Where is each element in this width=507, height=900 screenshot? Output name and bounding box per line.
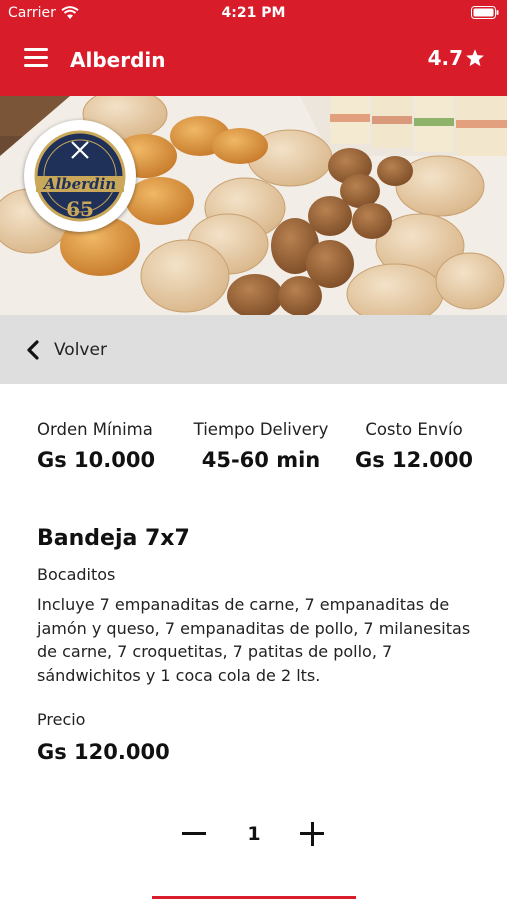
plus-icon[interactable] <box>298 818 328 848</box>
back-label: Volver <box>54 339 107 360</box>
add-to-cart-indicator[interactable] <box>152 896 356 899</box>
battery-icon <box>471 6 499 23</box>
quantity-value: 1 <box>247 823 261 845</box>
restaurant-title: Alberdin <box>70 48 166 72</box>
delivery-cost-block: Costo Envío Gs 12.000 <box>352 420 476 472</box>
delivery-cost-value: Gs 12.000 <box>354 448 474 472</box>
rating-value: 4.7 <box>427 46 463 70</box>
min-order-value: Gs 10.000 <box>37 448 156 472</box>
product-price: Gs 120.000 <box>37 740 170 764</box>
min-order-block: Orden Mínima Gs 10.000 <box>37 420 165 472</box>
app-header: Alberdin 4.7 <box>0 26 507 96</box>
delivery-time-block: Tiempo Delivery 45-60 min <box>186 420 336 472</box>
price-label: Precio <box>37 710 86 729</box>
delivery-time-label: Tiempo Delivery <box>193 420 329 439</box>
product-title: Bandeja 7x7 <box>37 526 190 551</box>
rating: 4.7 <box>428 46 485 70</box>
product-category: Bocaditos <box>37 565 116 584</box>
logo-brand-text: Alberdin <box>42 175 116 193</box>
product-description: Incluye 7 empanaditas de carne, 7 empana… <box>37 595 471 685</box>
logo-graphic: Alberdin 65 <box>32 128 128 224</box>
status-time: 4:21 PM <box>221 5 286 21</box>
minus-icon[interactable] <box>180 818 210 848</box>
delivery-cost-label: Costo Envío <box>365 420 463 439</box>
delivery-time-value: 45-60 min <box>201 448 321 472</box>
back-button[interactable]: Volver <box>0 315 507 384</box>
chevron-left-icon <box>26 339 40 360</box>
star-icon <box>466 49 484 67</box>
min-order-label: Orden Mínima <box>37 420 153 439</box>
hamburger-menu-icon[interactable] <box>24 48 48 72</box>
logo-anniversary-number: 65 <box>66 197 94 221</box>
restaurant-logo: Alberdin 65 <box>24 120 136 232</box>
status-bar: Carrier 4:21 PM <box>0 0 507 26</box>
